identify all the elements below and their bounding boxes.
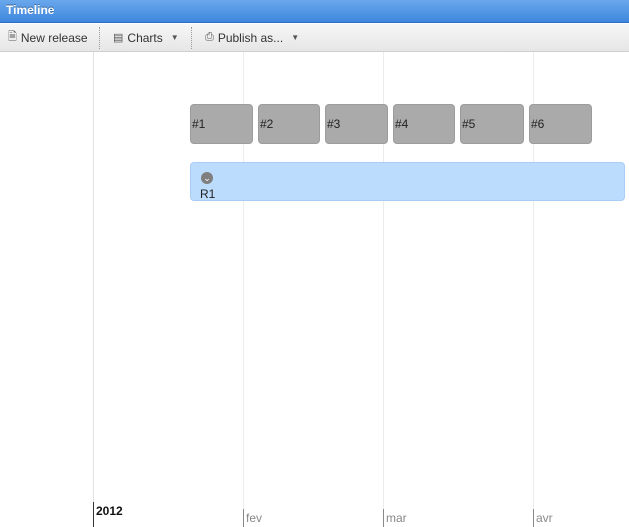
new-release-button[interactable]: 🗎 New release [8, 24, 88, 51]
new-release-label: New release [20, 30, 88, 45]
publish-as-label: Publish as... [217, 30, 284, 45]
charts-button[interactable]: ▤ Charts ▼ [113, 24, 179, 51]
year-label: 2012 [96, 504, 123, 518]
toolbar-separator [99, 27, 100, 49]
toolbar: 🗎 New release ▤ Charts ▼ ⎙ Publish as...… [0, 24, 629, 52]
month-tick [383, 509, 384, 527]
iteration-block[interactable]: #5 [460, 104, 524, 144]
chevron-down-icon: ▼ [170, 33, 179, 42]
chevron-down-icon: ▼ [291, 33, 300, 42]
release-bar[interactable]: ⌄ R1 [190, 162, 625, 201]
document-icon: 🗎 [8, 31, 17, 43]
chevron-down-icon[interactable]: ⌄ [201, 172, 213, 184]
month-tick [243, 509, 244, 527]
month-label: avr [536, 511, 553, 525]
publish-as-button[interactable]: ⎙ Publish as... ▼ [205, 24, 299, 51]
window-title: Timeline [0, 0, 629, 23]
iteration-block[interactable]: #1 [190, 104, 253, 144]
year-gridline [93, 52, 94, 527]
year-tick [93, 502, 94, 527]
iteration-block[interactable]: #2 [258, 104, 320, 144]
iteration-block[interactable]: #6 [529, 104, 592, 144]
iteration-block[interactable]: #4 [393, 104, 455, 144]
month-tick [533, 509, 534, 527]
month-label: mar [386, 511, 407, 525]
iteration-block[interactable]: #3 [325, 104, 388, 144]
timeline-canvas[interactable]: #1 #2 #3 #4 #5 #6 ⌄ R1 2012 fev mar avr [0, 52, 629, 527]
charts-label: Charts [127, 30, 163, 45]
release-label: R1 [200, 187, 216, 201]
printer-icon: ⎙ [205, 31, 214, 43]
toolbar-separator [191, 27, 192, 49]
chart-icon: ▤ [113, 32, 124, 44]
month-label: fev [246, 511, 263, 525]
